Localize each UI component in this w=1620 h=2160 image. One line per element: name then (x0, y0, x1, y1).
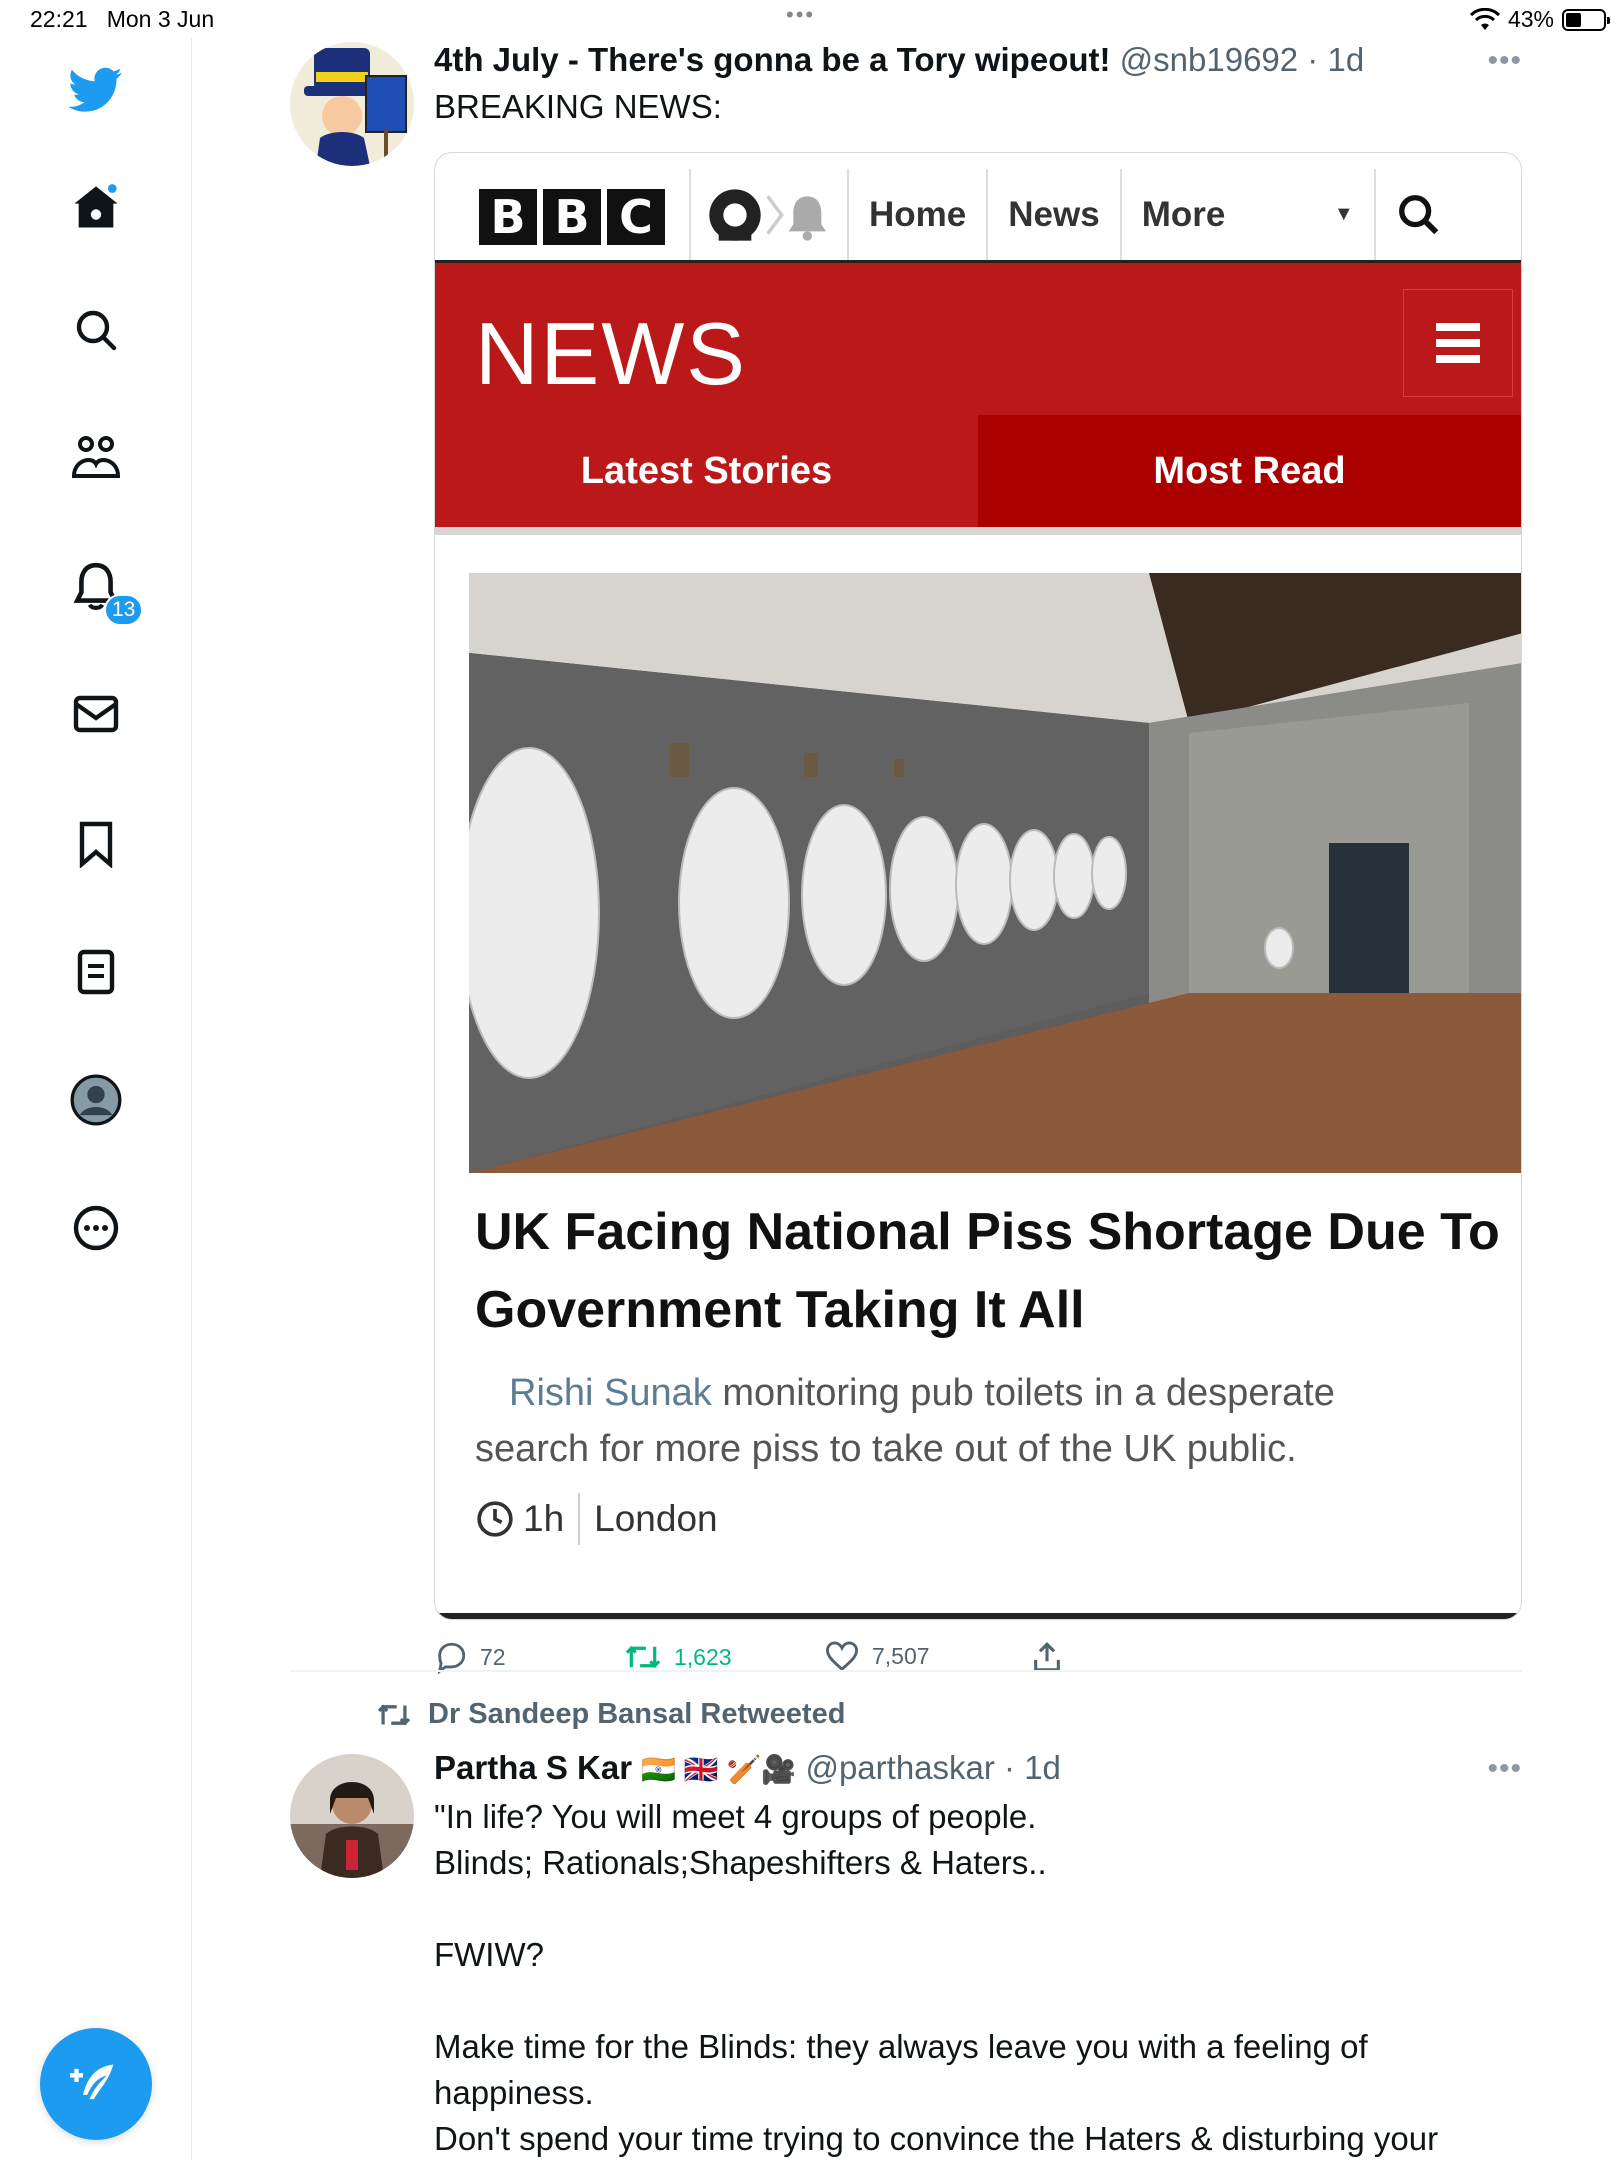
bbc-nav-news: News (988, 169, 1122, 260)
twitter-logo-icon[interactable] (66, 60, 126, 120)
tweet-author-handle[interactable]: @snb19692 (1120, 41, 1298, 78)
like-button[interactable]: 7,507 (824, 1640, 930, 1672)
tweet-author-flags: 🇮🇳 🇬🇧 🏏🎥 (641, 1754, 797, 1785)
retweet-count: 1,623 (674, 1643, 732, 1670)
bookmarks-icon[interactable] (66, 814, 126, 874)
retweeted-by-label: Dr Sandeep Bansal Retweeted (428, 1698, 846, 1730)
urinals-photo (469, 573, 1521, 1173)
clock-icon (477, 1501, 513, 1537)
reply-icon (437, 1642, 466, 1674)
status-bar: 22:21 Mon 3 Jun ••• 43% (0, 0, 1620, 38)
tweet-more-options-icon[interactable]: ••• (1487, 1752, 1522, 1786)
bbc-account-icon (691, 169, 849, 260)
search-icon[interactable] (66, 300, 126, 360)
tweet-text: "In life? You will meet 4 groups of peop… (434, 1798, 1439, 2157)
multitask-dots-icon[interactable]: ••• (786, 2, 815, 28)
bbc-story-location: London (594, 1498, 718, 1539)
tweet-author-avatar[interactable] (290, 1754, 414, 1878)
profile-icon[interactable] (66, 1070, 126, 1130)
bbc-meta: 1h London (475, 1493, 718, 1545)
bbc-nav-home: Home (849, 169, 989, 260)
retweeted-by[interactable]: Dr Sandeep Bansal Retweeted (376, 1698, 845, 1731)
bbc-headline: UK Facing National Piss Shortage Due To … (475, 1203, 1500, 1339)
tweet-divider (290, 1670, 1522, 1672)
share-button[interactable] (1030, 1640, 1064, 1674)
more-options-icon[interactable] (66, 1198, 126, 1258)
heart-icon (825, 1641, 859, 1672)
messages-icon[interactable] (66, 684, 126, 744)
tweet-actions: 72 1,623 7,507 (434, 1640, 1522, 1680)
bbc-logo-letter: C (607, 189, 665, 245)
bbc-tab-underline (435, 527, 1521, 535)
retweet-context-icon (377, 1704, 411, 1725)
tweet-timestamp[interactable]: 1d (1327, 41, 1364, 78)
bbc-hamburger-icon (1403, 289, 1513, 397)
bbc-nav-more: More ▼ (1122, 169, 1376, 260)
tweet-author-name[interactable]: Partha S Kar (434, 1749, 632, 1786)
bbc-summary: Rishi Sunak monitoring pub toilets in a … (475, 1365, 1451, 1477)
like-count: 7,507 (872, 1642, 930, 1669)
tweet-text: BREAKING NEWS: (434, 88, 722, 125)
status-time: 22:21 Mon 3 Jun (30, 6, 215, 32)
bbc-tab-latest: Latest Stories (435, 415, 978, 527)
sidebar-nav: 13 (0, 38, 192, 2160)
tweet-author-handle[interactable]: @parthaskar (805, 1749, 994, 1786)
share-icon (1034, 1642, 1060, 1672)
retweet-icon (625, 1645, 661, 1669)
tweet-media-image[interactable]: B B C Home News More ▼ NEWS Latest Stori… (434, 152, 1522, 1620)
tweet-header: Partha S Kar 🇮🇳 🇬🇧 🏏🎥 @parthaskar · 1d (434, 1749, 1061, 1786)
bbc-logo: B B C (435, 169, 691, 260)
home-icon[interactable] (66, 178, 126, 238)
tweet-author-name[interactable]: 4th July - There's gonna be a Tory wipeo… (434, 41, 1110, 78)
tweet-timestamp[interactable]: 1d (1024, 1749, 1061, 1786)
bbc-tab-most-read: Most Read (978, 415, 1521, 527)
bbc-top-bar: B B C Home News More ▼ (435, 169, 1521, 263)
battery-percent: 43% (1507, 6, 1554, 32)
tweet-more-options-icon[interactable]: ••• (1487, 44, 1522, 78)
battery-fill (1566, 12, 1582, 27)
reply-count: 72 (480, 1643, 506, 1670)
bbc-news-wordmark: NEWS (475, 304, 747, 403)
lists-icon[interactable] (66, 942, 126, 1002)
status-indicators: 43% (1469, 6, 1610, 33)
battery-icon (1562, 8, 1610, 31)
bbc-search-icon (1376, 169, 1442, 260)
status-date: Mon 3 Jun (106, 6, 215, 32)
bbc-bell-icon (766, 194, 826, 241)
wifi-icon (1469, 7, 1500, 30)
tweet-header: 4th July - There's gonna be a Tory wipeo… (434, 41, 1365, 78)
bbc-logo-letter: B (479, 189, 537, 245)
compose-feather-icon (70, 2064, 114, 2100)
tweet-author-avatar[interactable] (290, 42, 414, 166)
communities-icon[interactable] (66, 428, 126, 488)
retweet-button[interactable]: 1,623 (624, 1640, 732, 1674)
bbc-nav-more-label: More (1141, 194, 1226, 234)
tweet[interactable]: Partha S Kar 🇮🇳 🇬🇧 🏏🎥 @parthaskar · 1d •… (290, 1748, 1522, 2160)
bbc-bottom-border (435, 1613, 1521, 1619)
compose-tweet-button[interactable] (40, 2028, 152, 2140)
reply-button[interactable]: 72 (434, 1640, 506, 1674)
bbc-story-age: 1h (523, 1498, 565, 1539)
bbc-summary-name: Rishi Sunak (509, 1372, 712, 1414)
bbc-logo-letter: B (543, 189, 601, 245)
bbc-dropdown-icon: ▼ (1333, 203, 1354, 225)
tweet[interactable]: 4th July - There's gonna be a Tory wipeo… (290, 40, 1522, 1674)
notifications-badge: 13 (104, 594, 144, 626)
bbc-news-banner: NEWS (435, 263, 1521, 433)
bbc-tabs: Latest Stories Most Read (435, 415, 1521, 527)
